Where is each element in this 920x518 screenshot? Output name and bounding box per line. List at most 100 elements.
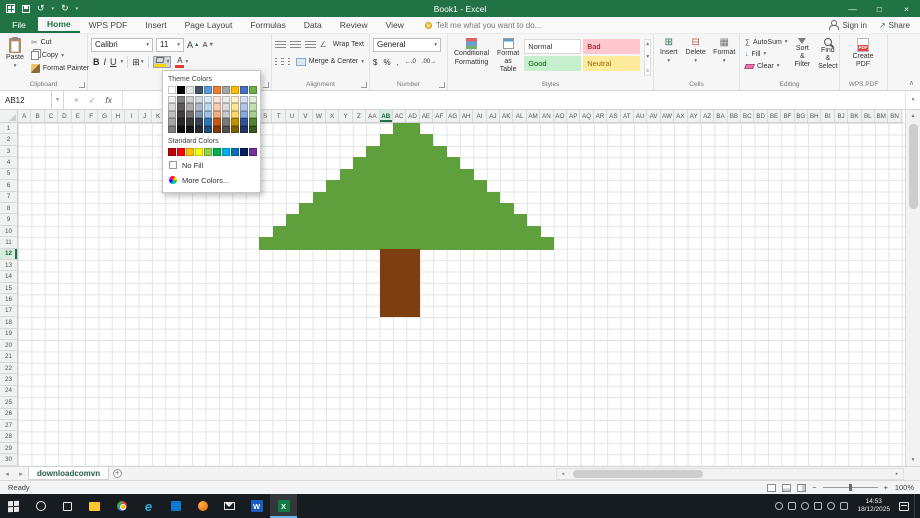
horizontal-scroll-thumb[interactable] bbox=[573, 470, 703, 478]
sign-in-button[interactable]: Sign in bbox=[828, 20, 866, 30]
close-button[interactable]: × bbox=[893, 0, 920, 17]
color-swatch[interactable] bbox=[240, 118, 248, 126]
column-header-ba[interactable]: BA bbox=[714, 110, 727, 122]
sheet-nav-left-icon[interactable]: ◂ bbox=[0, 467, 14, 480]
column-header-ak[interactable]: AK bbox=[500, 110, 513, 122]
color-swatch[interactable] bbox=[240, 126, 248, 134]
column-header-y[interactable]: Y bbox=[339, 110, 352, 122]
column-header-bf[interactable]: BF bbox=[781, 110, 794, 122]
row-header-15[interactable]: 15 bbox=[0, 283, 17, 294]
color-swatch[interactable] bbox=[186, 148, 194, 156]
zoom-slider-thumb[interactable] bbox=[849, 484, 852, 491]
color-swatch[interactable] bbox=[222, 86, 230, 94]
row-header-4[interactable]: 4 bbox=[0, 157, 17, 168]
name-box-dropdown-icon[interactable]: ▾ bbox=[52, 91, 64, 109]
taskbar-explorer-icon[interactable] bbox=[81, 494, 108, 518]
taskbar-store-icon[interactable] bbox=[162, 494, 189, 518]
row-header-12[interactable]: 12 bbox=[0, 249, 17, 260]
gallery-up-icon[interactable]: ▲ bbox=[645, 41, 650, 47]
vertical-scrollbar[interactable]: ▲ ▼ bbox=[905, 110, 920, 466]
borders-button[interactable]: ⊞▾ bbox=[132, 57, 143, 68]
row-header-26[interactable]: 26 bbox=[0, 409, 17, 420]
column-header-at[interactable]: AT bbox=[621, 110, 634, 122]
color-swatch[interactable] bbox=[249, 118, 257, 126]
taskbar-excel-icon[interactable]: X bbox=[270, 494, 297, 518]
column-header-ag[interactable]: AG bbox=[447, 110, 460, 122]
format-painter-button[interactable]: Format Painter bbox=[29, 62, 91, 75]
row-header-27[interactable]: 27 bbox=[0, 420, 17, 431]
more-colors-option[interactable]: More Colors... bbox=[168, 173, 255, 188]
minimize-button[interactable]: — bbox=[839, 0, 866, 17]
taskbar-mail-icon[interactable] bbox=[216, 494, 243, 518]
fill-button[interactable]: ↓ Fill ▾ bbox=[743, 48, 790, 60]
column-header-au[interactable]: AU bbox=[634, 110, 647, 122]
column-header-a[interactable]: A bbox=[18, 110, 31, 122]
color-swatch[interactable] bbox=[213, 111, 221, 119]
color-swatch[interactable] bbox=[240, 148, 248, 156]
color-swatch[interactable] bbox=[204, 126, 212, 134]
show-desktop-button[interactable] bbox=[914, 494, 918, 518]
row-header-2[interactable]: 2 bbox=[0, 134, 17, 145]
scroll-down-icon[interactable]: ▼ bbox=[906, 454, 920, 466]
color-swatch[interactable] bbox=[177, 96, 185, 104]
column-header-as[interactable]: AS bbox=[607, 110, 620, 122]
scroll-right-icon[interactable]: ▸ bbox=[891, 471, 903, 477]
column-header-i[interactable]: I bbox=[125, 110, 138, 122]
delete-cells-button[interactable]: ⊟ Delete ▾ bbox=[683, 36, 709, 67]
format-cells-button[interactable]: ▦ Format ▾ bbox=[711, 36, 738, 67]
enter-check-icon[interactable]: ✓ bbox=[89, 96, 96, 105]
tray-battery-icon[interactable] bbox=[840, 502, 848, 510]
zoom-level[interactable]: 100% bbox=[894, 483, 914, 492]
gallery-more-icon[interactable]: ≡ bbox=[646, 68, 649, 74]
column-header-ao[interactable]: AO bbox=[554, 110, 567, 122]
conditional-formatting-button[interactable]: Conditional Formatting bbox=[451, 36, 492, 76]
color-swatch[interactable] bbox=[222, 96, 230, 104]
align-top-icon[interactable] bbox=[275, 41, 286, 49]
wrap-text-button[interactable]: Wrap Text bbox=[331, 38, 366, 51]
row-header-25[interactable]: 25 bbox=[0, 397, 17, 408]
row-header-29[interactable]: 29 bbox=[0, 443, 17, 454]
color-swatch[interactable] bbox=[168, 148, 176, 156]
format-as-table-button[interactable]: Format as Table bbox=[494, 36, 522, 76]
row-header-5[interactable]: 5 bbox=[0, 169, 17, 180]
color-swatch[interactable] bbox=[213, 96, 221, 104]
column-header-al[interactable]: AL bbox=[513, 110, 526, 122]
column-header-h[interactable]: H bbox=[112, 110, 125, 122]
action-center-icon[interactable] bbox=[899, 502, 909, 511]
redo-button[interactable]: ↻ bbox=[61, 4, 69, 13]
color-swatch[interactable] bbox=[249, 148, 257, 156]
column-header-v[interactable]: V bbox=[299, 110, 312, 122]
color-swatch[interactable] bbox=[213, 103, 221, 111]
cell-style-good[interactable]: Good bbox=[524, 56, 581, 71]
tab-insert[interactable]: Insert bbox=[136, 17, 175, 33]
row-header-19[interactable]: 19 bbox=[0, 329, 17, 340]
color-swatch[interactable] bbox=[213, 126, 221, 134]
color-swatch[interactable] bbox=[204, 96, 212, 104]
color-swatch[interactable] bbox=[186, 118, 194, 126]
color-swatch[interactable] bbox=[231, 148, 239, 156]
orientation-icon[interactable]: ∠ bbox=[320, 40, 327, 49]
column-header-t[interactable]: T bbox=[272, 110, 285, 122]
zoom-in-icon[interactable]: + bbox=[884, 483, 888, 492]
taskbar-chrome-icon[interactable] bbox=[108, 494, 135, 518]
comma-style-button[interactable]: , bbox=[397, 58, 399, 67]
share-button[interactable]: ↗ Share bbox=[879, 21, 910, 30]
undo-dropdown-icon[interactable]: ▾ bbox=[52, 6, 55, 12]
color-swatch[interactable] bbox=[213, 86, 221, 94]
column-header-am[interactable]: AM bbox=[527, 110, 540, 122]
column-header-ax[interactable]: AX bbox=[674, 110, 687, 122]
color-swatch[interactable] bbox=[231, 103, 239, 111]
cell-style-neutral[interactable]: Neutral bbox=[583, 56, 640, 71]
row-header-16[interactable]: 16 bbox=[0, 294, 17, 305]
tab-file[interactable]: File bbox=[0, 17, 38, 33]
column-header-ar[interactable]: AR bbox=[594, 110, 607, 122]
column-header-az[interactable]: AZ bbox=[701, 110, 714, 122]
tray-network-icon[interactable] bbox=[814, 502, 822, 510]
clear-button[interactable]: Clear ▾ bbox=[743, 60, 790, 72]
color-swatch[interactable] bbox=[195, 111, 203, 119]
align-right-icon[interactable] bbox=[288, 58, 290, 66]
sheet-tab-downloadcomvn[interactable]: downloadcomvn bbox=[28, 467, 109, 480]
cell-style-bad[interactable]: Bad bbox=[583, 39, 640, 54]
font-color-button[interactable]: A ▾ bbox=[175, 57, 188, 68]
color-swatch[interactable] bbox=[177, 111, 185, 119]
